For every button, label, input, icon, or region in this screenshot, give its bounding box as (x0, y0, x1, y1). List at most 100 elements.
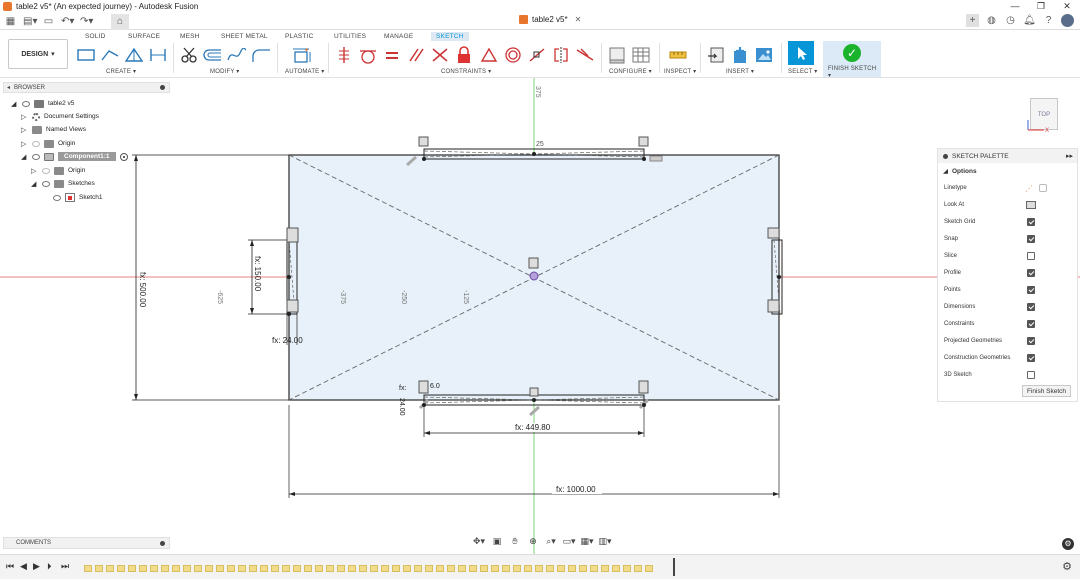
camera-settings-icon[interactable]: ⚙ (1062, 538, 1074, 550)
palette-finish-sketch-button[interactable]: Finish Sketch (1021, 385, 1071, 397)
side-length-dimension-label[interactable]: fx: 150.00 (253, 256, 262, 292)
sketch-point[interactable] (422, 157, 426, 161)
visibility-eye-icon[interactable] (22, 100, 30, 107)
sketch-point[interactable] (642, 403, 646, 407)
equal-constraint-icon[interactable] (382, 46, 402, 64)
tab-sheet-metal[interactable]: SHEET METAL (221, 33, 268, 40)
pan-hand-icon[interactable]: ✋︎ (508, 535, 522, 547)
height-dimension-label[interactable]: fx: 500.00 (138, 272, 147, 308)
sketch-grid-checkbox[interactable] (1027, 218, 1035, 226)
palette-options-icon[interactable] (943, 153, 948, 159)
constraint-glyph[interactable] (767, 299, 780, 313)
sketch-point[interactable] (777, 275, 781, 279)
extensions-icon[interactable]: ◍ (985, 14, 998, 27)
help-icon[interactable]: ? (1042, 14, 1055, 27)
browser-header[interactable]: ◂ BROWSER (3, 82, 170, 93)
tab-mesh[interactable]: MESH (180, 33, 200, 40)
parallel-constraint-icon[interactable] (406, 46, 426, 64)
constraint-glyph[interactable] (418, 380, 429, 394)
expand-arrow-icon[interactable]: ◢ (31, 180, 38, 188)
step-forward-icon[interactable]: ⏵ (47, 561, 52, 572)
home-tab-icon[interactable]: ⌂ (111, 14, 129, 30)
notifications-icon[interactable]: 🔔︎ (1023, 14, 1036, 27)
visibility-eye-icon[interactable] (42, 180, 50, 187)
line-tool-icon[interactable] (100, 46, 120, 64)
insert-component-icon[interactable] (730, 46, 750, 64)
configure-table-icon[interactable] (607, 46, 627, 64)
modify-group-label[interactable]: MODIFY ▾ (210, 68, 240, 75)
tangent-constraint-icon[interactable] (358, 46, 378, 64)
constraint-glyph[interactable] (418, 136, 429, 147)
browser-node-sketches[interactable]: ◢ Sketches (31, 178, 95, 189)
offset-tool-icon[interactable] (203, 46, 223, 64)
dimensions-checkbox[interactable] (1027, 303, 1035, 311)
tab-sketch[interactable]: SKETCH (431, 32, 469, 41)
profile-checkbox[interactable] (1027, 269, 1035, 277)
expand-arrow-icon[interactable]: ▷ (21, 140, 28, 148)
triangle-constraint-icon[interactable] (479, 46, 499, 64)
new-tab-plus-icon[interactable]: + (966, 14, 979, 27)
tab-manage[interactable]: MANAGE (384, 33, 413, 40)
options-section[interactable]: ◢ Options (938, 163, 1077, 179)
sketch-point[interactable] (642, 157, 646, 161)
panel-options-icon[interactable] (160, 540, 165, 546)
configure-group-label[interactable]: CONFIGURE ▾ (609, 68, 652, 75)
concentric-constraint-icon[interactable] (503, 46, 523, 64)
activate-radio-icon[interactable] (119, 152, 128, 161)
collapse-arrow-icon[interactable]: ◂ (7, 84, 10, 91)
browser-node-named-views[interactable]: ▷ Named Views (21, 124, 86, 135)
orbit-icon[interactable]: ✥▾ (472, 535, 486, 547)
expand-arrow-icon[interactable]: ▷ (21, 113, 28, 121)
horizontal-vertical-constraint-icon[interactable] (334, 46, 354, 64)
save-icon[interactable]: ▭ (42, 15, 55, 28)
bottom-small-dim-c[interactable]: 6.0 (430, 383, 440, 390)
sketch-point[interactable] (287, 275, 291, 279)
insert-group-label[interactable]: INSERT ▾ (726, 68, 754, 75)
perpendicular-constraint-icon[interactable] (430, 46, 450, 64)
constraint-glyph[interactable] (767, 227, 780, 239)
look-at-icon[interactable]: ▣ (490, 535, 504, 547)
constraint-glyph[interactable] (286, 299, 299, 313)
inspect-group-label[interactable]: INSPECT ▾ (664, 68, 696, 75)
expand-arrow-icon[interactable]: ▷ (31, 167, 38, 175)
constraint-glyph[interactable] (529, 387, 539, 397)
browser-node-origin[interactable]: ▷ Origin (21, 138, 75, 149)
select-group-label[interactable]: SELECT ▾ (788, 68, 818, 75)
sketch-point[interactable] (532, 398, 536, 402)
redo-icon[interactable]: ↷▾ (80, 15, 93, 28)
visibility-eye-icon[interactable] (32, 140, 40, 147)
undo-icon[interactable]: ↶▾ (61, 15, 74, 28)
top-dim-label[interactable]: 25 (536, 141, 544, 148)
data-panel-grid-icon[interactable]: ▦ (4, 15, 17, 28)
constraint-glyph[interactable] (529, 405, 540, 417)
user-avatar[interactable] (1061, 14, 1074, 27)
zoom-icon[interactable]: ⊕ (526, 535, 540, 547)
width-dimension-label[interactable]: fx: 1000.00 (556, 485, 596, 494)
finish-sketch-button[interactable]: ✓ FINISH SKETCH ▾ (823, 41, 881, 79)
constraints-checkbox[interactable] (1027, 320, 1035, 328)
palette-header[interactable]: SKETCH PALETTE ▸▸ (938, 149, 1077, 163)
dimension-tool-icon[interactable] (148, 46, 168, 64)
panel-options-icon[interactable] (160, 85, 165, 90)
trim-scissors-icon[interactable] (179, 46, 199, 64)
slice-checkbox[interactable] (1027, 252, 1035, 260)
browser-node-component-origin[interactable]: ▷ Origin (31, 165, 85, 176)
projected-geometries-checkbox[interactable] (1027, 337, 1035, 345)
viewports-icon[interactable]: ▥▾ (598, 535, 612, 547)
measure-icon[interactable] (668, 46, 688, 64)
timeline-settings-gear-icon[interactable]: ⚙ (1062, 560, 1072, 573)
comments-panel[interactable]: COMMENTS (3, 537, 170, 549)
constraint-glyph[interactable] (528, 257, 539, 269)
insert-derive-icon[interactable] (706, 46, 726, 64)
points-checkbox[interactable] (1027, 286, 1035, 294)
workspace-switcher[interactable]: DESIGN ▾ (8, 39, 68, 69)
fillet-tool-icon[interactable] (251, 46, 271, 64)
sketch-point[interactable] (287, 312, 291, 316)
constraint-glyph[interactable] (638, 136, 649, 147)
sketch-point[interactable] (422, 403, 426, 407)
go-to-start-icon[interactable]: ⏮ (6, 561, 14, 572)
create-group-label[interactable]: CREATE ▾ (106, 68, 136, 75)
constraint-glyph[interactable] (649, 155, 663, 162)
grid-settings-icon[interactable]: ▦▾ (580, 535, 594, 547)
browser-node-document-settings[interactable]: ▷ Document Settings (21, 111, 99, 122)
